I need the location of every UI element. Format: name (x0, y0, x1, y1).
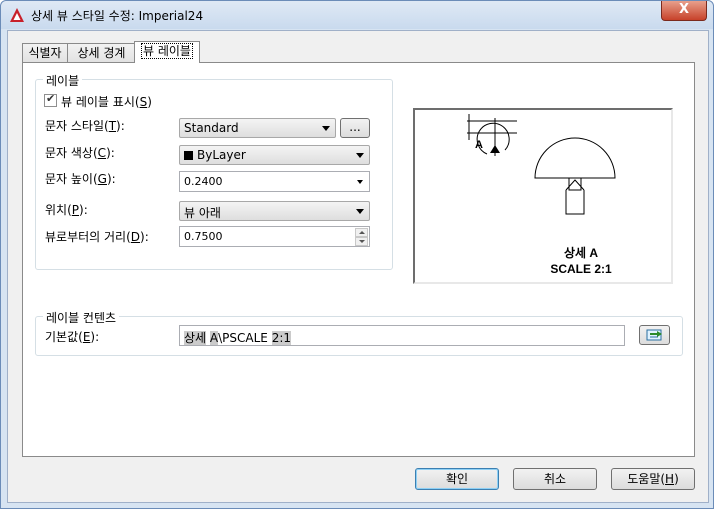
spin-down-button[interactable] (355, 237, 368, 246)
text-height-value: 0.2400 (184, 175, 223, 188)
show-view-label-checkbox[interactable] (44, 92, 57, 107)
spin-up-button[interactable] (355, 228, 368, 237)
dialog-client-area: 식별자 상세 경계 뷰 레이블 레이블 뷰 레이블 표시(S) 문자 스타일(T… (7, 30, 709, 503)
text-color-label: 문자 색상(C): (45, 146, 115, 160)
chevron-down-icon (322, 126, 330, 131)
chevron-down-icon (356, 209, 364, 214)
label-contents-group-title: 레이블 컨텐츠 (43, 309, 120, 326)
insert-field-icon (646, 329, 662, 341)
tab-identifier-label: 식별자 (28, 46, 62, 60)
help-button[interactable]: 도움말(H) (611, 468, 695, 490)
tab-detail-boundary-label: 상세 경계 (77, 46, 126, 60)
text-color-dropdown[interactable]: ByLayer (179, 145, 370, 165)
chevron-down-icon (357, 180, 363, 184)
field-segment: 2:1 (271, 331, 292, 345)
distance-value: 0.7500 (184, 230, 223, 243)
chevron-down-icon (356, 153, 364, 158)
window-title: 상세 뷰 스타일 수정: Imperial24 (31, 9, 204, 23)
text-style-value: Standard (184, 121, 239, 135)
default-contents-field[interactable]: 상세 A\PSCALE 2:1 (179, 325, 625, 346)
text-color-value: ByLayer (197, 148, 246, 162)
text-style-label: 문자 스타일(T): (45, 119, 125, 133)
title-bar[interactable]: 상세 뷰 스타일 수정: Imperial24 X (1, 1, 713, 29)
preview-label-line2: SCALE 2:1 (550, 262, 612, 276)
show-view-label-text: 뷰 레이블 표시(S) (61, 95, 152, 109)
literal-segment: \PSCALE (218, 331, 272, 345)
text-height-combobox[interactable]: 0.2400 (179, 171, 370, 192)
position-dropdown[interactable]: 뷰 아래 (179, 201, 370, 221)
tab-identifier[interactable]: 식별자 (22, 43, 68, 62)
default-label: 기본값(E): (45, 330, 100, 344)
distance-spinner[interactable]: 0.7500 (179, 226, 370, 247)
preview-label-line1: 상세 A (564, 245, 598, 260)
text-style-dropdown[interactable]: Standard (179, 118, 336, 138)
tab-view-label-label: 뷰 레이블 (141, 43, 193, 59)
field-segment: 상세 (184, 331, 207, 345)
preview-pane: A 상세 A SCALE 2:1 (413, 108, 673, 284)
default-contents-value: 상세 A\PSCALE 2:1 (184, 329, 292, 346)
label-group-title: 레이블 (43, 72, 83, 89)
position-value: 뷰 아래 (184, 206, 221, 220)
field-segment: A (209, 331, 219, 345)
tab-detail-boundary[interactable]: 상세 경계 (67, 43, 136, 62)
text-height-label: 문자 높이(G): (45, 172, 116, 186)
autocad-app-icon (10, 8, 24, 22)
insert-field-button[interactable] (639, 325, 670, 345)
tab-panel-view-label: 레이블 뷰 레이블 표시(S) 문자 스타일(T): Standard ... … (22, 62, 695, 457)
callout-letter: A (475, 139, 483, 151)
dialog-window: 상세 뷰 스타일 수정: Imperial24 X 식별자 상세 경계 뷰 레이… (0, 0, 714, 509)
ok-button[interactable]: 확인 (415, 468, 499, 490)
tab-view-label[interactable]: 뷰 레이블 (134, 41, 200, 63)
close-button[interactable]: X (661, 1, 707, 21)
color-swatch (184, 151, 193, 160)
distance-label: 뷰로부터의 거리(D): (45, 230, 149, 244)
cancel-button[interactable]: 취소 (513, 468, 597, 490)
text-style-browse-button[interactable]: ... (340, 118, 370, 138)
position-label: 위치(P): (45, 203, 88, 217)
detail-preview-graphic: A 상세 A SCALE 2:1 (467, 114, 616, 276)
